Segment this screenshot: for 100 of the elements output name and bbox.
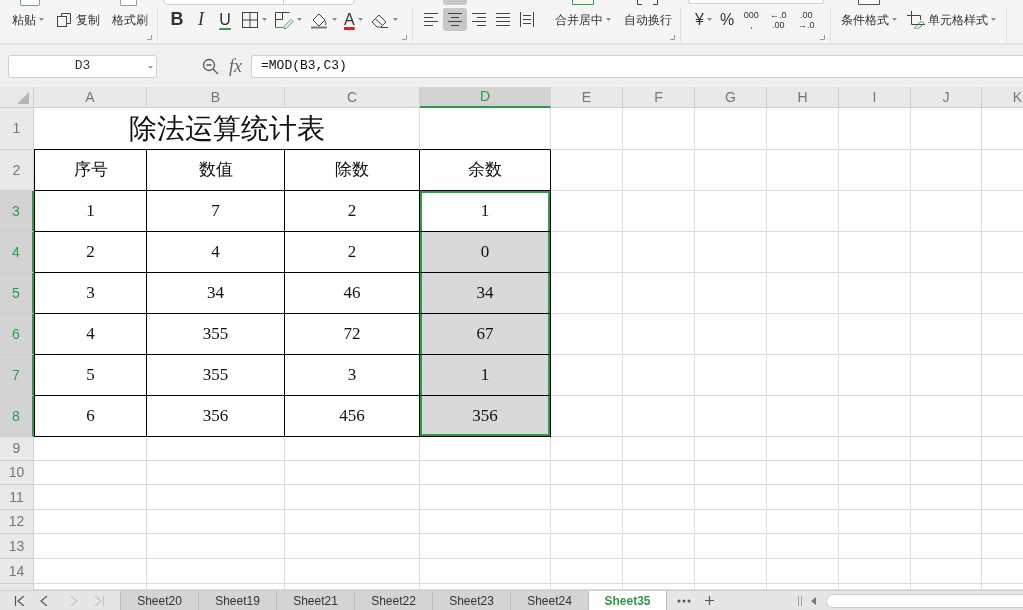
number-format-field[interactable] <box>688 0 824 4</box>
empty-cell[interactable] <box>623 461 695 485</box>
table-cell[interactable]: 序号 <box>34 150 147 191</box>
font-size-field[interactable] <box>284 0 355 5</box>
empty-cell[interactable] <box>839 232 911 273</box>
font-color-button[interactable]: A <box>341 8 366 31</box>
empty-cell[interactable] <box>839 314 911 355</box>
add-icon[interactable] <box>705 596 714 605</box>
empty-cell[interactable] <box>420 485 551 510</box>
empty-cell[interactable] <box>147 510 285 534</box>
scroll-left-icon[interactable] <box>811 596 816 605</box>
format-painter-button[interactable]: 格式刷 <box>110 8 150 31</box>
empty-cell[interactable] <box>767 314 839 355</box>
merge-center-button[interactable]: 合并居中 <box>551 8 615 31</box>
empty-cell[interactable] <box>551 108 623 150</box>
row-header[interactable]: 13 <box>0 534 34 559</box>
empty-cell[interactable] <box>839 485 911 510</box>
column-header[interactable]: E <box>551 87 623 108</box>
empty-cell[interactable] <box>839 510 911 534</box>
empty-cell[interactable] <box>695 314 767 355</box>
row-header[interactable]: 10 <box>0 461 34 485</box>
caret-icon[interactable] <box>39 18 44 21</box>
empty-cell[interactable] <box>420 510 551 534</box>
empty-cell[interactable] <box>911 150 982 191</box>
splitter-icon[interactable] <box>798 595 802 606</box>
empty-cell[interactable] <box>911 559 982 584</box>
column-header[interactable]: A <box>34 87 147 108</box>
empty-cell[interactable] <box>695 232 767 273</box>
table-cell[interactable]: 1 <box>420 191 551 232</box>
sheet-tab[interactable]: Sheet23 <box>432 591 510 610</box>
empty-cell[interactable] <box>147 559 285 584</box>
sheet-tab[interactable]: Sheet19 <box>198 591 276 610</box>
empty-cell[interactable] <box>695 396 767 437</box>
table-cell[interactable]: 34 <box>420 273 551 314</box>
scrollbar-track[interactable] <box>826 593 1023 608</box>
table-cell[interactable]: 数值 <box>147 150 285 191</box>
empty-cell[interactable] <box>623 108 695 150</box>
empty-cell[interactable] <box>767 232 839 273</box>
empty-cell[interactable] <box>285 510 420 534</box>
empty-cell[interactable] <box>911 437 982 461</box>
empty-cell[interactable] <box>695 461 767 485</box>
empty-cell[interactable] <box>695 437 767 461</box>
sheet-tab[interactable]: Sheet21 <box>276 591 354 610</box>
row-header[interactable]: 2 <box>0 150 34 191</box>
percent-button[interactable]: % <box>717 8 737 31</box>
corner-icon[interactable] <box>402 35 407 40</box>
underline-button[interactable]: U <box>213 8 237 31</box>
currency-button[interactable]: ¥ <box>693 8 714 31</box>
cell-style-button[interactable]: 单元格样式 <box>905 8 998 31</box>
table-cell[interactable]: 72 <box>285 314 420 355</box>
table-cell[interactable]: 5 <box>34 355 147 396</box>
empty-cell[interactable] <box>551 510 623 534</box>
wrap-text-button[interactable]: 自动换行 <box>620 8 676 31</box>
bracket-icon[interactable] <box>637 0 658 5</box>
caret-icon[interactable] <box>297 18 302 21</box>
caret-icon[interactable] <box>706 18 712 21</box>
empty-cell[interactable] <box>551 461 623 485</box>
font-name-field[interactable] <box>163 0 284 5</box>
table-cell[interactable]: 余数 <box>420 150 551 191</box>
empty-cell[interactable] <box>911 534 982 559</box>
table-cell[interactable]: 1 <box>420 355 551 396</box>
caret-icon[interactable] <box>606 18 611 21</box>
empty-cell[interactable] <box>767 150 839 191</box>
empty-cell[interactable] <box>147 437 285 461</box>
column-header[interactable]: K <box>982 87 1023 108</box>
empty-cell[interactable] <box>839 191 911 232</box>
table-cell[interactable]: 34 <box>147 273 285 314</box>
table-cell[interactable]: 除数 <box>285 150 420 191</box>
column-header[interactable]: G <box>695 87 767 108</box>
table-cell[interactable]: 3 <box>285 355 420 396</box>
increase-decimal-button[interactable]: ←.0 .00 <box>767 8 790 31</box>
row-header[interactable]: 1 <box>0 108 34 150</box>
table-cell[interactable]: 4 <box>147 232 285 273</box>
empty-cell[interactable] <box>767 355 839 396</box>
empty-cell[interactable] <box>695 485 767 510</box>
row-header[interactable]: 14 <box>0 559 34 584</box>
empty-cell[interactable] <box>623 232 695 273</box>
function-button[interactable]: fx <box>229 52 242 80</box>
empty-cell[interactable] <box>623 355 695 396</box>
table-cell[interactable]: 355 <box>147 355 285 396</box>
column-header[interactable]: H <box>767 87 839 108</box>
empty-cell[interactable] <box>911 355 982 396</box>
empty-cell[interactable] <box>623 559 695 584</box>
sheet-tab[interactable]: Sheet20 <box>120 591 198 610</box>
align-center-button[interactable] <box>443 8 467 31</box>
empty-cell[interactable] <box>623 510 695 534</box>
empty-cell[interactable] <box>623 534 695 559</box>
empty-cell[interactable] <box>623 273 695 314</box>
conditional-format-button[interactable]: 条件格式 <box>839 8 899 31</box>
empty-cell[interactable] <box>695 191 767 232</box>
table-cell[interactable]: 2 <box>34 232 147 273</box>
column-header[interactable]: B <box>147 87 285 108</box>
caret-icon[interactable] <box>892 18 897 21</box>
empty-cell[interactable] <box>767 191 839 232</box>
empty-cell[interactable] <box>285 485 420 510</box>
empty-cell[interactable] <box>911 273 982 314</box>
empty-cell[interactable] <box>839 559 911 584</box>
caret-icon[interactable] <box>148 65 153 69</box>
sheet-tab[interactable]: Sheet22 <box>354 591 432 610</box>
empty-cell[interactable] <box>285 437 420 461</box>
